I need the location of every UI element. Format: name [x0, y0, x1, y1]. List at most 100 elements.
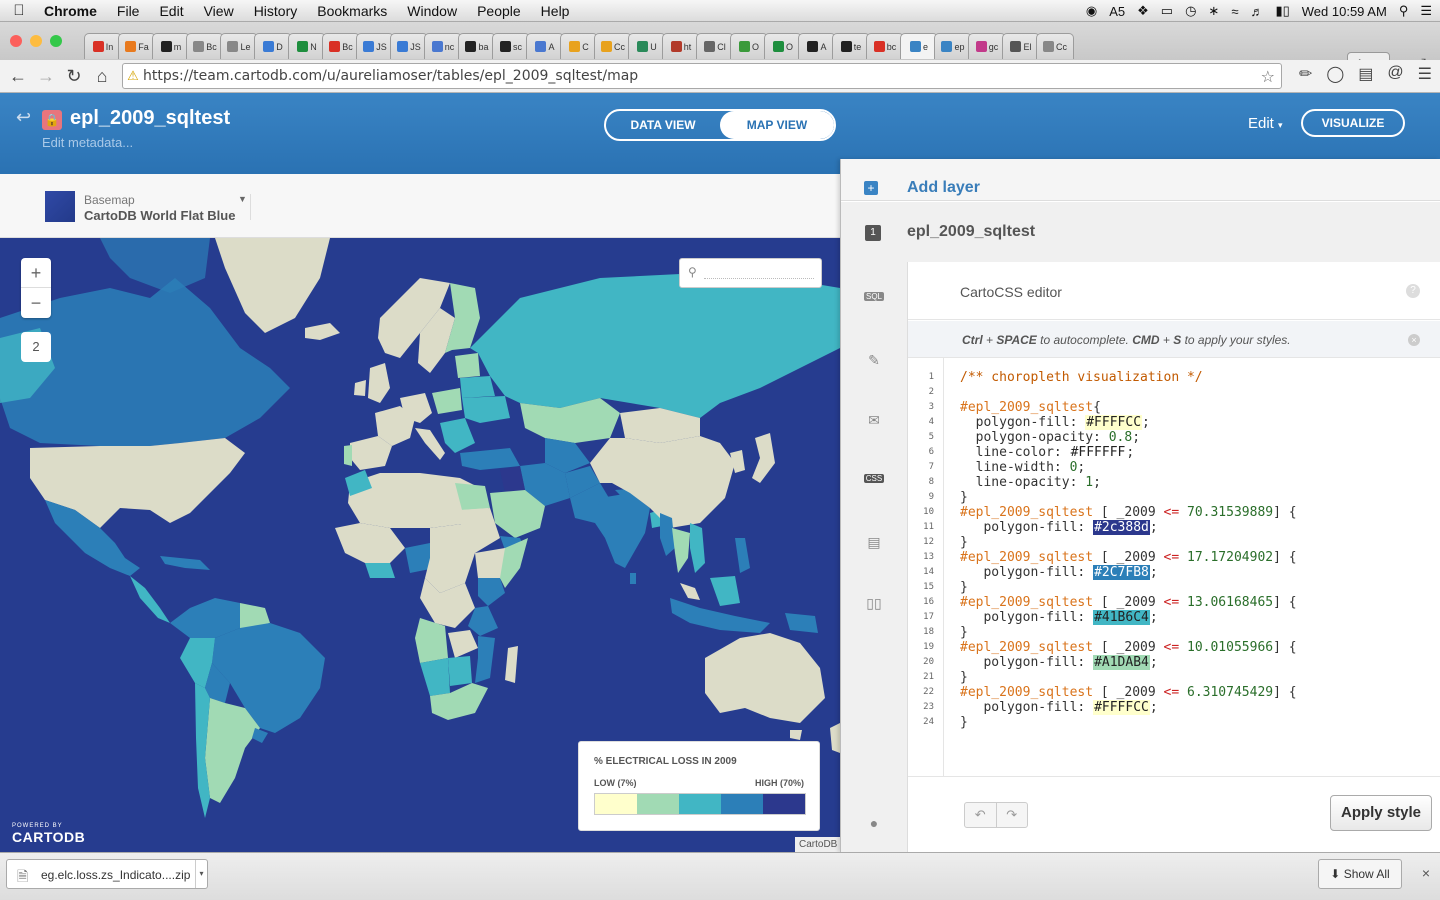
browser-tab[interactable]: El: [1002, 33, 1040, 59]
map-view-tab[interactable]: MAP VIEW: [720, 111, 834, 139]
browser-tab[interactable]: ep: [934, 33, 972, 59]
visualize-button[interactable]: VISUALIZE: [1301, 109, 1405, 137]
airplay-icon[interactable]: ▭: [1161, 3, 1173, 19]
map-canvas[interactable]: + − 2 ⚲ % ELECTRICAL LOSS IN 2009 LOW (7…: [0, 238, 840, 852]
address-bar[interactable]: ⚠ https://team.cartodb.com/u/aureliamose…: [122, 63, 1282, 89]
browser-tab[interactable]: N: [288, 33, 326, 59]
browser-tab[interactable]: Le: [220, 33, 258, 59]
back-to-dashboard-icon[interactable]: ↩: [16, 107, 31, 128]
layer-name[interactable]: epl_2009_sqltest: [907, 223, 1035, 241]
pocket-icon[interactable]: ◯: [1326, 64, 1344, 84]
status-app-icon[interactable]: ◉: [1086, 3, 1097, 19]
edit-dropdown[interactable]: Edit ▾: [1248, 115, 1283, 132]
table-title[interactable]: epl_2009_sqltest: [70, 107, 230, 130]
zoom-window-button[interactable]: [50, 35, 62, 47]
close-hint-icon[interactable]: ×: [1408, 334, 1420, 346]
show-all-downloads-button[interactable]: ⬇ Show All: [1318, 859, 1402, 889]
browser-tab[interactable]: A: [526, 33, 564, 59]
browser-tab[interactable]: Cl: [696, 33, 734, 59]
reload-icon[interactable]: ↻: [60, 66, 88, 87]
data-view-tab[interactable]: DATA VIEW: [606, 111, 720, 139]
chrome-menu-icon[interactable]: ☰: [1418, 64, 1432, 84]
menu-bookmarks[interactable]: Bookmarks: [307, 3, 397, 19]
ssl-warning-icon[interactable]: ⚠: [123, 69, 143, 84]
filters-chart-icon[interactable]: ▯▯: [863, 595, 885, 611]
legend-icon[interactable]: ▤: [863, 534, 885, 550]
wizard-brush-icon[interactable]: ✎: [863, 352, 885, 368]
basemap-caret-icon[interactable]: ▼: [238, 194, 247, 204]
apple-menu-icon[interactable]: : [0, 2, 38, 19]
browser-tab[interactable]: m: [152, 33, 190, 59]
menu-people[interactable]: People: [467, 3, 531, 19]
status-count-icon[interactable]: A5: [1109, 4, 1125, 19]
menu-view[interactable]: View: [194, 3, 244, 19]
add-layer-row[interactable]: + Add layer: [841, 159, 1440, 201]
menu-file[interactable]: File: [107, 3, 150, 19]
browser-tab[interactable]: In: [84, 33, 122, 59]
extension-eyedropper-icon[interactable]: ✏: [1299, 64, 1312, 84]
bluetooth-icon[interactable]: ∗: [1208, 3, 1219, 19]
apply-style-button[interactable]: Apply style: [1330, 795, 1432, 831]
browser-tab[interactable]: JS: [390, 33, 428, 59]
redo-icon[interactable]: ↷: [997, 803, 1028, 827]
browser-tab[interactable]: sc: [492, 33, 530, 59]
spotlight-icon[interactable]: ⚲: [1399, 3, 1409, 19]
menu-edit[interactable]: Edit: [149, 3, 193, 19]
forward-icon[interactable]: →: [32, 66, 60, 87]
basemap-thumbnail[interactable]: [45, 191, 75, 222]
layer-count-button[interactable]: 2: [21, 332, 51, 362]
browser-tab[interactable]: ht: [662, 33, 700, 59]
browser-tab[interactable]: JS: [356, 33, 394, 59]
edit-metadata-link[interactable]: Edit metadata...: [42, 135, 133, 150]
menu-chrome[interactable]: Chrome: [38, 3, 107, 19]
map-search-input[interactable]: [704, 266, 814, 279]
browser-tab[interactable]: gc: [968, 33, 1006, 59]
browser-tab[interactable]: O: [764, 33, 802, 59]
close-download-shelf-icon[interactable]: ×: [1422, 865, 1430, 881]
zoom-in-button[interactable]: +: [21, 258, 51, 288]
dropbox-icon[interactable]: ❖: [1137, 3, 1149, 19]
browser-tab[interactable]: e: [900, 33, 938, 59]
help-icon[interactable]: ?: [1406, 284, 1420, 298]
browser-tab[interactable]: nc: [424, 33, 462, 59]
bookmark-star-icon[interactable]: ☆: [1261, 67, 1275, 86]
battery-icon[interactable]: ▮▯: [1275, 3, 1289, 19]
extension-at-icon[interactable]: @: [1387, 64, 1403, 84]
menu-help[interactable]: Help: [531, 3, 580, 19]
close-window-button[interactable]: [10, 35, 22, 47]
tooltip-icon[interactable]: ●: [863, 815, 885, 831]
browser-tab[interactable]: D: [254, 33, 292, 59]
browser-tab[interactable]: Cc: [594, 33, 632, 59]
menu-window[interactable]: Window: [397, 3, 467, 19]
infowindow-icon[interactable]: ✉: [863, 412, 885, 428]
basemap-name[interactable]: CartoDB World Flat Blue: [84, 208, 235, 223]
menu-history[interactable]: History: [244, 3, 308, 19]
private-lock-icon[interactable]: 🔒: [42, 110, 62, 130]
undo-icon[interactable]: ↶: [965, 803, 997, 827]
browser-tab[interactable]: Bc: [186, 33, 224, 59]
browser-tab[interactable]: Cc: [1036, 33, 1074, 59]
download-item[interactable]: 🗎 eg.elc.loss.zs_Indicato....zip ▾: [6, 859, 208, 889]
browser-tab[interactable]: Bc: [322, 33, 360, 59]
notification-center-icon[interactable]: ☰: [1420, 3, 1432, 19]
volume-icon[interactable]: ♬: [1250, 4, 1263, 19]
browser-tab[interactable]: A: [798, 33, 836, 59]
time-machine-icon[interactable]: ◷: [1185, 3, 1196, 19]
css-icon[interactable]: CSS: [863, 473, 885, 489]
back-icon[interactable]: ←: [4, 66, 32, 87]
minimize-window-button[interactable]: [30, 35, 42, 47]
powered-by-logo[interactable]: POWERED BY CARTODB: [12, 823, 85, 845]
download-menu-caret-icon[interactable]: ▾: [195, 860, 207, 888]
browser-tab[interactable]: O: [730, 33, 768, 59]
browser-tab[interactable]: C: [560, 33, 598, 59]
browser-tab[interactable]: bc: [866, 33, 904, 59]
browser-tab[interactable]: Fa: [118, 33, 156, 59]
extension-clipboard-icon[interactable]: ▤: [1358, 64, 1373, 84]
zoom-out-button[interactable]: −: [21, 288, 51, 318]
browser-tab[interactable]: U: [628, 33, 666, 59]
sql-icon[interactable]: SQL: [863, 291, 885, 307]
browser-tab[interactable]: ba: [458, 33, 496, 59]
map-attribution[interactable]: CartoDB: [795, 837, 840, 852]
clock[interactable]: Wed 10:59 AM: [1302, 4, 1387, 19]
browser-tab[interactable]: te: [832, 33, 870, 59]
